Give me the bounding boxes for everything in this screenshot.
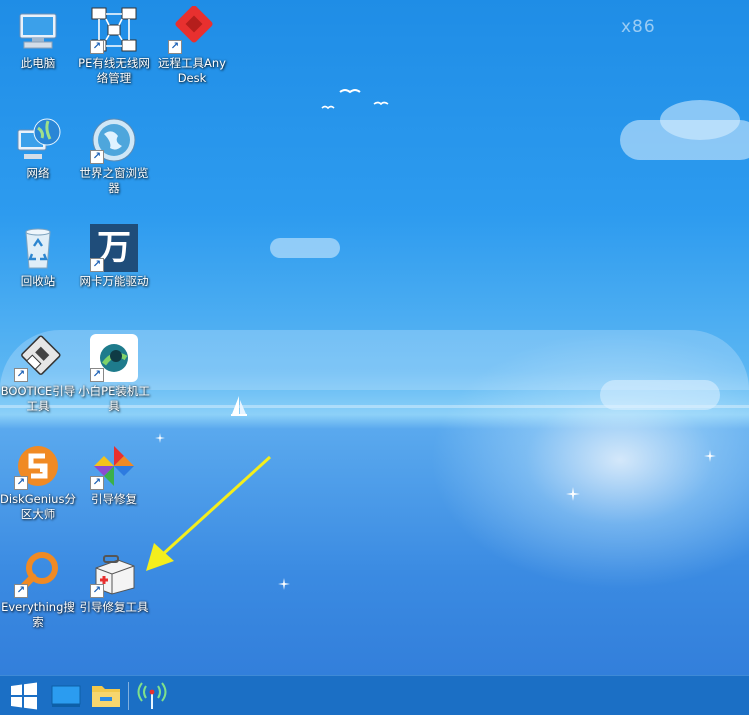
computer-icon <box>14 6 62 54</box>
recycle-bin-icon <box>14 224 62 272</box>
desktop: x86 此电脑 ↗ PE有线无线网络管理 ↗ 远程工具AnyDesk 网络 ↗ … <box>0 0 749 715</box>
globe-browser-icon: ↗ <box>90 116 138 164</box>
watermark: x86 <box>621 17 656 37</box>
desktop-icon-this-pc[interactable]: 此电脑 <box>0 2 76 71</box>
windows-start-icon <box>11 682 37 710</box>
network-manager-icon: ↗ <box>90 6 138 54</box>
shortcut-arrow-icon: ↗ <box>14 368 28 382</box>
shortcut-arrow-icon: ↗ <box>14 476 28 490</box>
start-button[interactable] <box>6 680 42 712</box>
icon-label: 远程工具AnyDesk <box>158 56 226 85</box>
icon-label: BOOTICE引导工具 <box>0 384 76 413</box>
network-globe-icon <box>14 116 62 164</box>
icon-label: 回收站 <box>20 274 56 288</box>
desktop-icon-recycle-bin[interactable]: 回收站 <box>0 220 76 289</box>
folder-icon <box>92 686 120 707</box>
cloud <box>270 238 340 258</box>
icon-label: 引导修复工具 <box>79 600 149 614</box>
icon-label: Everything搜索 <box>1 600 75 629</box>
shortcut-arrow-icon: ↗ <box>14 584 28 598</box>
icon-label: DiskGenius分区大师 <box>0 492 76 521</box>
desktop-icon-nic-driver[interactable]: 万 ↗ 网卡万能驱动 <box>76 220 152 289</box>
cloud <box>660 100 740 140</box>
shortcut-arrow-icon: ↗ <box>90 150 104 164</box>
first-aid-kit-icon: ↗ <box>90 550 138 598</box>
icon-label: 小白PE装机工具 <box>78 384 150 413</box>
yellow-arrow-annotation <box>146 455 272 571</box>
sparkle-icon <box>566 487 580 501</box>
desktop-icon-pe-network[interactable]: ↗ PE有线无线网络管理 <box>76 2 152 86</box>
sparkle-icon <box>704 450 716 462</box>
sparkle-icon <box>278 578 290 590</box>
diskgenius-icon: ↗ <box>14 442 62 490</box>
desktop-icon-bootice[interactable]: ↗ BOOTICE引导工具 <box>0 330 76 414</box>
desktop-icon-everything[interactable]: ↗ Everything搜索 <box>0 546 76 630</box>
taskbar-separator <box>128 682 129 710</box>
shortcut-arrow-icon: ↗ <box>90 476 104 490</box>
anydesk-icon: ↗ <box>168 5 216 54</box>
desktop-icon-diskgenius[interactable]: ↗ DiskGenius分区大师 <box>0 438 76 522</box>
show-desktop-button[interactable] <box>48 680 84 712</box>
network-tray-button[interactable] <box>134 680 170 712</box>
pinwheel-repair-icon: ↗ <box>90 442 138 490</box>
desktop-icon-anydesk[interactable]: ↗ 远程工具AnyDesk <box>154 2 230 86</box>
nic-driver-icon: 万 ↗ <box>90 224 138 272</box>
taskbar <box>0 675 749 715</box>
shortcut-arrow-icon: ↗ <box>90 40 104 54</box>
desktop-icon-xiaobai-pe[interactable]: ↗ 小白PE装机工具 <box>76 330 152 414</box>
desktop-icon-network[interactable]: 网络 <box>0 112 76 181</box>
shortcut-arrow-icon: ↗ <box>90 368 104 382</box>
shortcut-arrow-icon: ↗ <box>90 258 104 272</box>
sparkle-icon <box>155 433 165 443</box>
icon-label: 网络 <box>26 166 50 180</box>
file-explorer-button[interactable] <box>88 680 124 712</box>
birds-icon <box>321 89 389 110</box>
icon-label: PE有线无线网络管理 <box>78 56 150 85</box>
sailboat-icon <box>231 396 247 416</box>
icon-label: 世界之窗浏览器 <box>79 166 149 195</box>
wireless-antenna-icon <box>137 682 167 709</box>
magnifier-search-icon: ↗ <box>14 550 62 598</box>
shortcut-arrow-icon: ↗ <box>90 584 104 598</box>
desktop-monitor-icon <box>51 685 81 707</box>
icon-label: 此电脑 <box>20 56 56 70</box>
icon-label: 网卡万能驱动 <box>79 274 149 288</box>
xiaobai-pe-icon: ↗ <box>90 334 138 382</box>
shortcut-arrow-icon: ↗ <box>168 40 182 54</box>
desktop-icon-browser[interactable]: ↗ 世界之窗浏览器 <box>76 112 152 196</box>
floppy-bootice-icon: ↗ <box>14 334 62 382</box>
